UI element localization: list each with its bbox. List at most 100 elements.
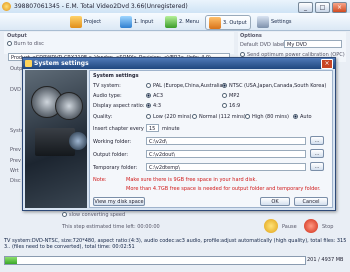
- menu-icon: [165, 15, 177, 28]
- output-button[interactable]: 3. Output: [205, 15, 251, 30]
- tv-pal-option[interactable]: PAL (Europe,China,Australia): [146, 83, 225, 89]
- audio-ac3-label: AC3: [153, 93, 164, 99]
- side-label-5: Prev: [10, 158, 21, 164]
- side-label-7: Disc: [10, 178, 21, 184]
- dialog-titlebar: System settings ×: [23, 58, 335, 69]
- settings-panel: System settings TV system: PAL (Europe,C…: [89, 70, 333, 208]
- settings-label: Settings: [271, 18, 292, 25]
- default-dvd-label: Default DVD label:: [240, 42, 287, 48]
- insert-chapter-input[interactable]: 15: [146, 124, 159, 132]
- options-header: Options: [240, 33, 262, 39]
- aspect-43-option[interactable]: 4:3: [146, 103, 161, 109]
- temp-folder-browse-button[interactable]: ...: [310, 162, 324, 171]
- stop-icon[interactable]: [304, 219, 318, 233]
- quality-auto-label: Auto: [300, 114, 312, 120]
- project-button[interactable]: Project: [70, 15, 101, 28]
- pause-icon[interactable]: [264, 219, 278, 233]
- dvd-label-input[interactable]: My DVD: [284, 40, 342, 48]
- slow-converting-label: slow converting speed: [69, 212, 126, 218]
- working-folder-input[interactable]: C:\v2d\: [146, 137, 306, 145]
- output-icon: [209, 16, 221, 29]
- project-label: Project: [84, 18, 102, 25]
- input-button[interactable]: 1. Input: [120, 15, 153, 28]
- app-window: 398807061345 - E.M. Total Video2Dvd 3.66…: [0, 0, 350, 272]
- settings-button[interactable]: Settings: [257, 15, 292, 28]
- working-folder-browse-button[interactable]: ...: [310, 136, 324, 145]
- burn-to-disc-label: Burn to disc: [14, 41, 44, 47]
- audio-ac3-option[interactable]: AC3: [146, 93, 163, 99]
- output-folder-label: Output folder:: [93, 152, 129, 158]
- side-label-2: DVD: [10, 87, 22, 93]
- insert-chapter-label: Insert chapter every: [93, 126, 144, 132]
- quality-high-option[interactable]: High (80 mins): [245, 114, 289, 120]
- input-label: 1. Input: [134, 18, 154, 25]
- output-folder-input[interactable]: C:\v2dout\: [146, 150, 306, 158]
- output-folder-browse-button[interactable]: ...: [310, 149, 324, 158]
- output-header: Output: [7, 33, 27, 39]
- note-prefix: Note:: [93, 177, 107, 183]
- quality-label: Quality:: [93, 114, 113, 120]
- pause-label: Pause: [282, 224, 297, 230]
- status-line-2: 3.. (files need to be converted), total …: [4, 244, 135, 250]
- quality-high-label: High (80 mins): [252, 114, 289, 120]
- side-label-4: Prev: [10, 147, 21, 153]
- quality-low-radio[interactable]: [146, 114, 151, 119]
- title-bar: 398807061345 - E.M. Total Video2Dvd 3.66…: [0, 0, 350, 14]
- slow-converting-option[interactable]: slow converting speed: [62, 212, 125, 218]
- project-icon: [70, 15, 82, 28]
- progress-text: 201 / 4937 MB: [307, 257, 344, 263]
- window-controls: _ □ ×: [298, 2, 347, 13]
- quality-auto-radio[interactable]: [293, 114, 298, 119]
- audio-mp2-option[interactable]: MP2: [222, 93, 240, 99]
- slow-converting-checkbox[interactable]: [62, 212, 67, 217]
- burn-radio[interactable]: [7, 41, 12, 46]
- temp-folder-input[interactable]: C:\v2dtemp\: [146, 163, 306, 171]
- maximize-icon[interactable]: □: [315, 2, 330, 13]
- view-disk-space-button[interactable]: View my disk space: [93, 197, 145, 206]
- quality-high-radio[interactable]: [245, 114, 250, 119]
- dialog-icon: [25, 60, 32, 67]
- note-line-1: Make sure there is 9GB free space in you…: [126, 177, 257, 183]
- menu-button[interactable]: 2. Menu: [165, 15, 199, 28]
- ok-button[interactable]: OK: [260, 197, 290, 206]
- tv-ntsc-label: NTSC (USA,Japan,Canada,South Korea): [229, 83, 327, 89]
- output-panel: Output Burn to disc: [4, 32, 234, 54]
- aspect-169-option[interactable]: 16:9: [222, 103, 240, 109]
- aspect-43-label: 4:3: [153, 103, 162, 109]
- dialog-close-icon[interactable]: ×: [321, 59, 333, 69]
- side-label-6: Wrt: [10, 168, 19, 174]
- film-reel-right: [55, 92, 83, 120]
- quality-auto-option[interactable]: Auto: [293, 114, 312, 120]
- insert-chapter-unit: minute: [162, 126, 180, 132]
- minimize-icon[interactable]: _: [298, 2, 313, 13]
- cancel-button[interactable]: Cancel: [294, 197, 328, 206]
- app-icon: [2, 2, 11, 11]
- tv-pal-label: PAL (Europe,China,Australia): [153, 83, 225, 89]
- menu-label: 2. Menu: [179, 18, 200, 25]
- aspect-ratio-label: Display aspect ratio:: [93, 103, 145, 109]
- input-icon: [120, 15, 132, 28]
- quality-normal-radio[interactable]: [192, 114, 197, 119]
- audio-ac3-radio[interactable]: [146, 93, 151, 98]
- audio-mp2-radio[interactable]: [222, 93, 227, 98]
- dialog-title: System settings: [34, 60, 89, 67]
- system-settings-dialog: System settings × System settings TV sys…: [22, 57, 336, 211]
- aspect-43-radio[interactable]: [146, 103, 151, 108]
- aspect-169-radio[interactable]: [222, 103, 227, 108]
- tv-system-label: TV system:: [93, 83, 121, 89]
- quality-low-option[interactable]: Low (220 mins): [146, 114, 192, 120]
- tv-ntsc-option[interactable]: NTSC (USA,Japan,Canada,South Korea): [222, 83, 326, 89]
- audio-mp2-label: MP2: [229, 93, 240, 99]
- camera-lens: [69, 132, 87, 150]
- close-icon[interactable]: ×: [332, 2, 347, 13]
- tv-pal-radio[interactable]: [146, 83, 151, 88]
- progress-bar: [4, 256, 306, 265]
- window-title: 398807061345 - E.M. Total Video2Dvd 3.66…: [14, 3, 188, 10]
- burn-to-disc-option[interactable]: Burn to disc: [7, 41, 44, 47]
- quality-normal-option[interactable]: Normal (112 mins): [192, 114, 246, 120]
- estimated-time: This step estimated time left: 00:00:00: [62, 224, 160, 230]
- aspect-169-label: 16:9: [229, 103, 241, 109]
- output-label: 3. Output: [223, 19, 247, 26]
- status-text: TV system:DVD-NTSC, size:720*480, aspect…: [4, 238, 346, 250]
- tv-ntsc-radio[interactable]: [222, 83, 227, 88]
